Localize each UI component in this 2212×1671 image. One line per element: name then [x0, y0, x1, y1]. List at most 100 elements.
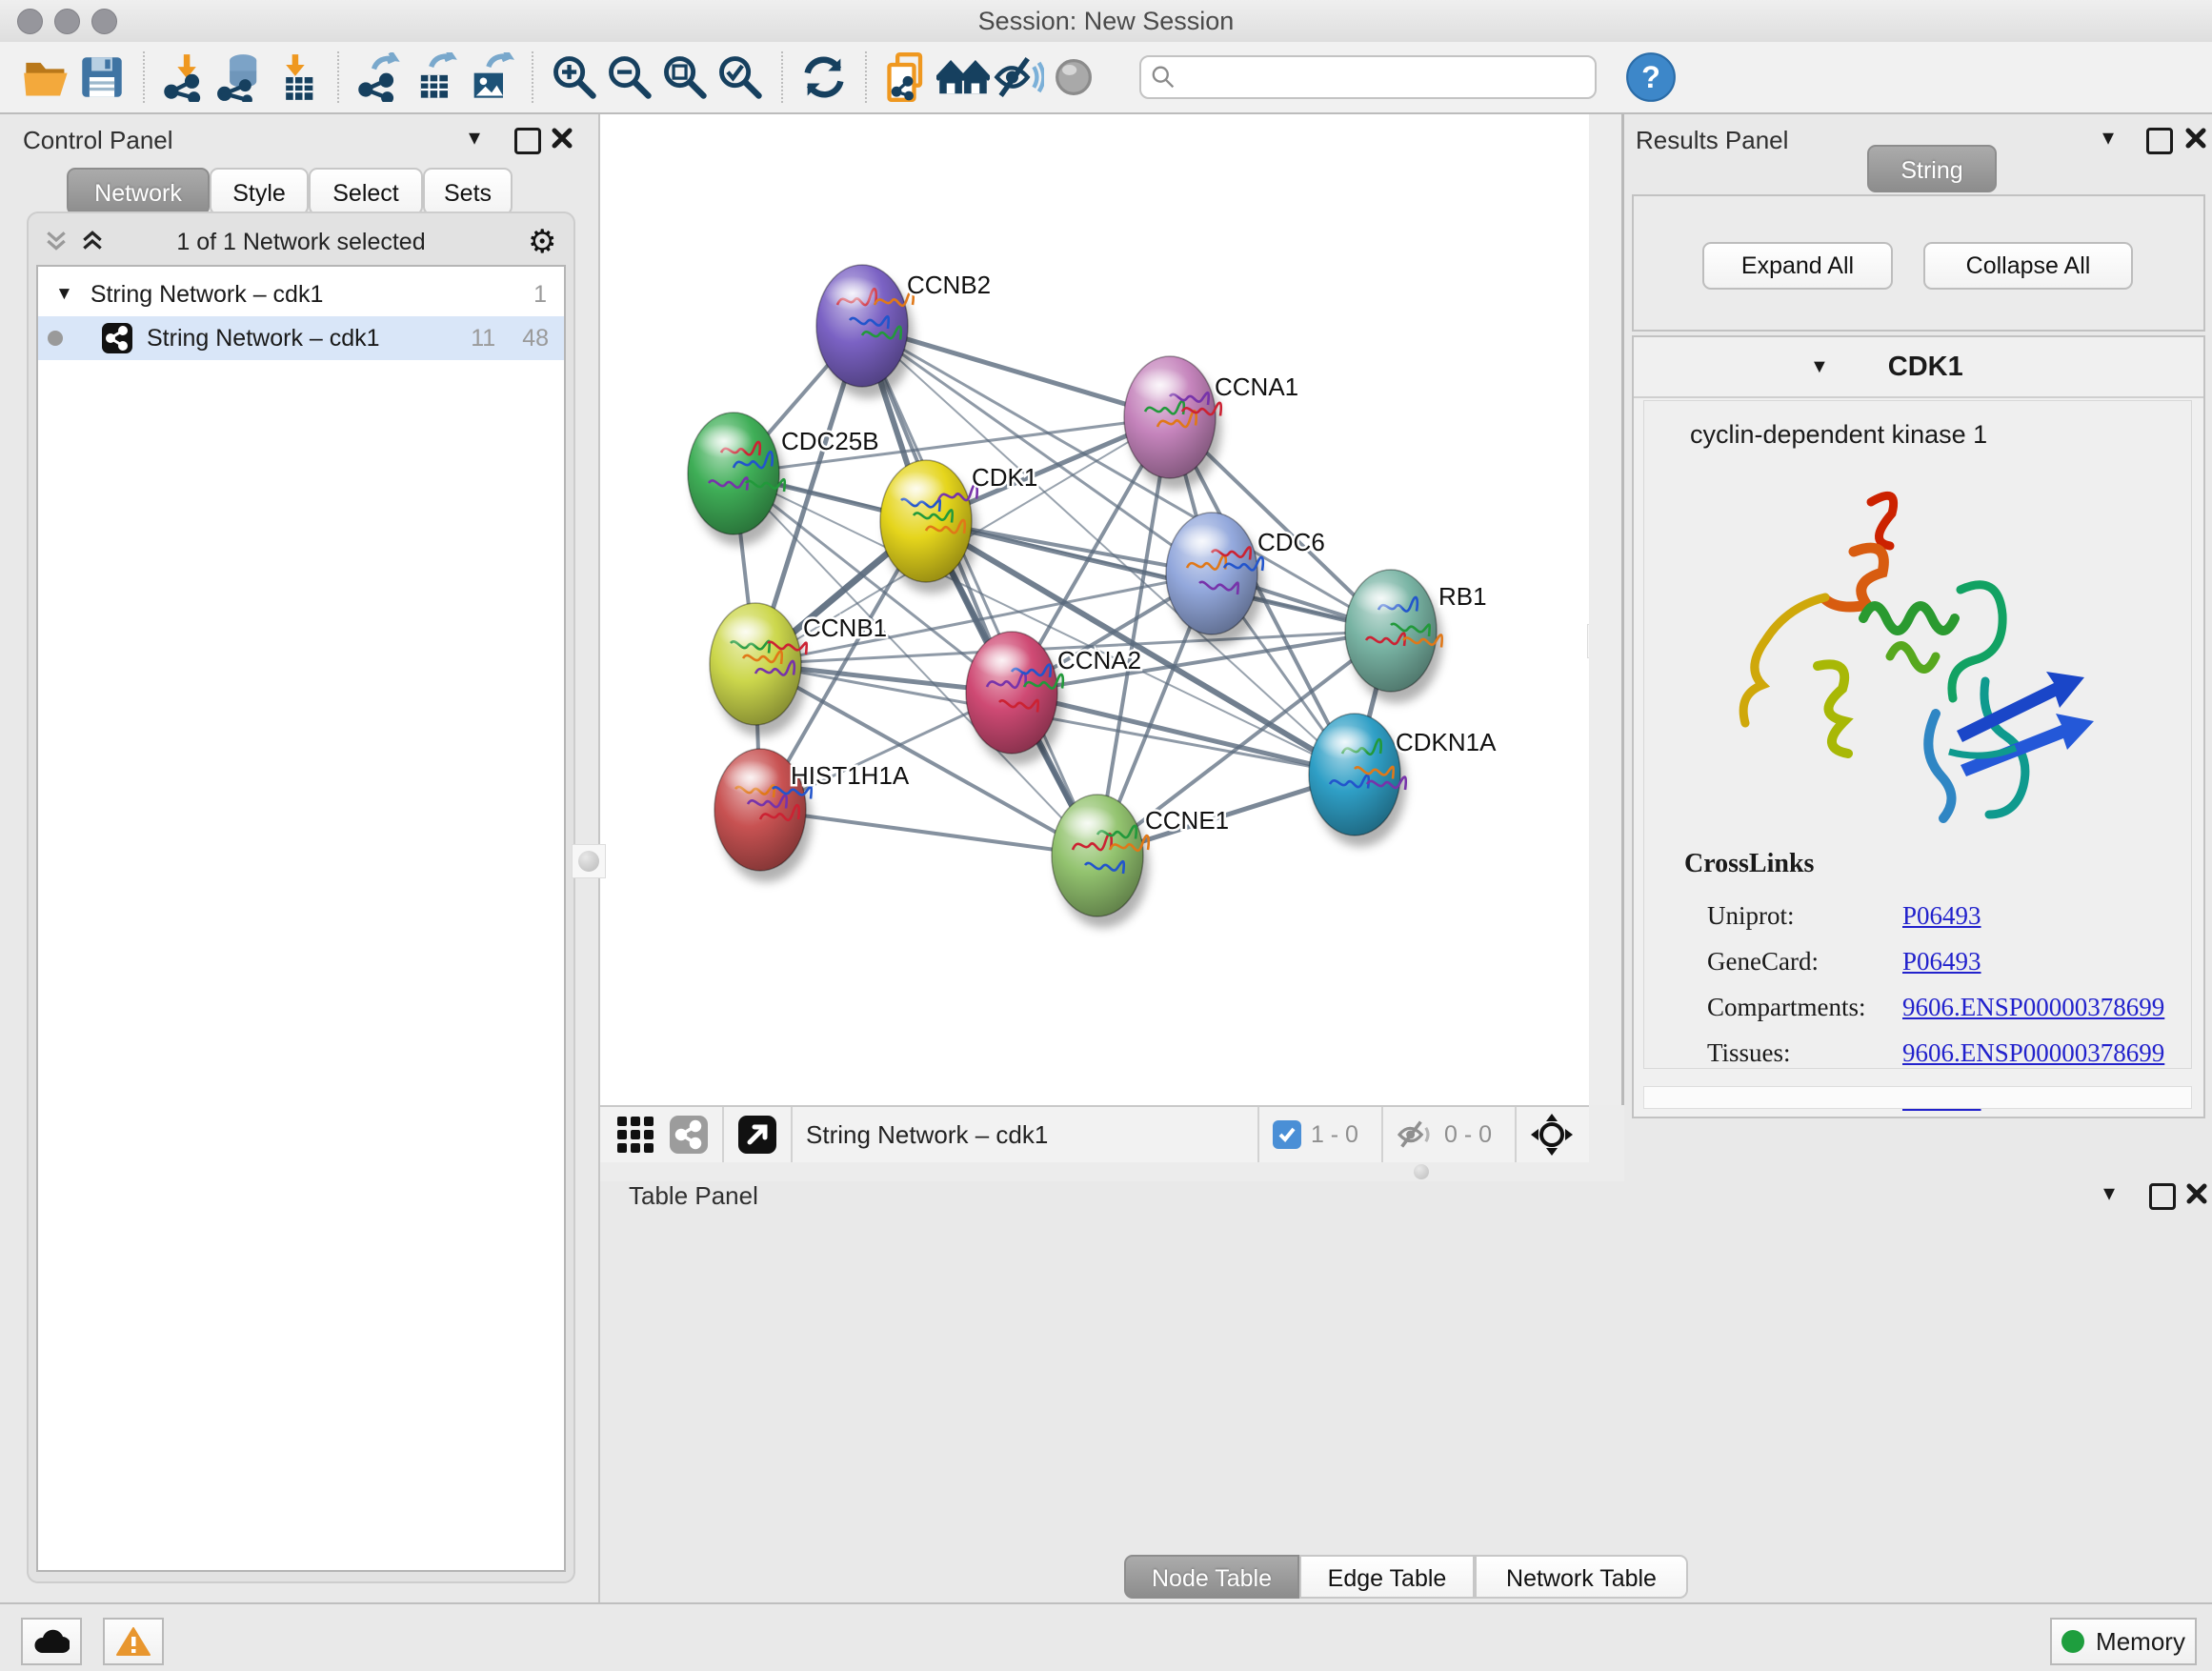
window-title: Session: New Session: [0, 0, 2212, 42]
results-scrollbar-track[interactable]: [1643, 1086, 2192, 1109]
control-panel-float-icon[interactable]: [514, 128, 541, 154]
selected-checkbox-icon[interactable]: [1273, 1120, 1301, 1149]
node-label-CCNB2: CCNB2: [907, 271, 991, 299]
export-table-icon[interactable]: [408, 50, 463, 105]
warning-icon: [116, 1626, 151, 1657]
network-node-CCNB2[interactable]: CCNB2: [816, 265, 991, 398]
crosslink-value-link[interactable]: 9606.ENSP00000378699: [1902, 984, 2164, 1030]
network-selection-status: 1 of 1 Network selected: [29, 229, 573, 256]
protein-collapse-icon[interactable]: ▼: [1810, 356, 1829, 378]
export-network-icon[interactable]: [352, 50, 408, 105]
crosslink-value-link[interactable]: 9606.ENSP00000378699: [1902, 1030, 2164, 1076]
warnings-button[interactable]: [103, 1618, 164, 1665]
network-label: String Network – cdk1: [147, 325, 380, 352]
node-label-RB1: RB1: [1438, 582, 1487, 611]
import-network-file-icon[interactable]: [158, 50, 213, 105]
network-node-CDKN1A[interactable]: CDKN1A: [1309, 714, 1497, 847]
crosslink-value-link[interactable]: P06493: [1902, 938, 1981, 984]
table-panel-title: Table Panel: [629, 1181, 758, 1211]
control-panel-menu-icon[interactable]: ▾: [469, 124, 480, 151]
control-panel-close-icon[interactable]: [551, 127, 573, 150]
zoom-in-icon[interactable]: [547, 50, 602, 105]
search-input[interactable]: [1176, 63, 1585, 91]
search-icon: [1151, 64, 1176, 91]
protein-structure-image: [1711, 475, 2130, 828]
crosslink-row: Uniprot:P06493: [1707, 893, 2183, 938]
network-node-RB1[interactable]: RB1: [1345, 570, 1487, 703]
protein-details: cyclin-dependent kinase 1: [1643, 400, 2192, 1069]
svg-text:?: ?: [1641, 60, 1660, 94]
crosslink-row: Compartments:9606.ENSP00000378699: [1707, 984, 2183, 1030]
node-label-CCNA2: CCNA2: [1057, 646, 1141, 674]
string-view-icon[interactable]: [669, 1115, 709, 1155]
table-panel-float-icon[interactable]: [2149, 1183, 2176, 1210]
network-node-CCNB1[interactable]: CCNB1: [710, 603, 887, 736]
expand-all-button[interactable]: Expand All: [1702, 242, 1893, 290]
tab-string[interactable]: String: [1867, 145, 1997, 192]
node-label-CDC25B: CDC25B: [781, 427, 879, 455]
fit-selected-crosshair-icon[interactable]: [1530, 1113, 1574, 1157]
memory-status-icon: [2061, 1630, 2084, 1653]
vertical-divider: [1589, 114, 1624, 1105]
application-window: Session: New Session: [0, 0, 2212, 1671]
open-session-icon[interactable]: [19, 50, 74, 105]
table-panel-close-icon[interactable]: [2185, 1182, 2208, 1205]
network-node-CCNE1[interactable]: CCNE1: [1052, 795, 1229, 928]
node-label-CDKN1A: CDKN1A: [1396, 728, 1497, 756]
memory-button[interactable]: Memory: [2050, 1618, 2197, 1665]
zoom-out-icon[interactable]: [602, 50, 657, 105]
table-panel-menu-icon[interactable]: ▾: [2103, 1179, 2115, 1207]
network-tree: ▼ String Network – cdk1 1 String Network…: [36, 265, 566, 1572]
string-app-icon: [101, 322, 133, 354]
toolbar-separator: [722, 1107, 724, 1162]
node-label-CCNA1: CCNA1: [1215, 372, 1298, 401]
main-toolbar: ?: [0, 42, 2212, 114]
table-panel: Table Panel ▾ ⚙ f(x) shared: [600, 1181, 2212, 1602]
tab-sets[interactable]: Sets: [423, 168, 513, 215]
tab-select[interactable]: Select: [309, 168, 423, 215]
toolbar-separator: [1381, 1107, 1383, 1162]
collapse-all-button[interactable]: Collapse All: [1923, 242, 2133, 290]
node-label-CDC6: CDC6: [1257, 528, 1325, 556]
save-session-icon[interactable]: [74, 50, 130, 105]
horizontal-splitter-handle[interactable]: [1414, 1164, 1429, 1179]
toolbar-separator: [532, 51, 533, 103]
network-view-title: String Network – cdk1: [806, 1120, 1048, 1150]
birds-eye-grid-icon[interactable]: [615, 1115, 655, 1155]
export-image-icon[interactable]: [463, 50, 518, 105]
import-network-database-icon[interactable]: [213, 50, 269, 105]
results-panel-title: Results Panel: [1636, 126, 1788, 155]
network-row[interactable]: String Network – cdk1 11 48: [38, 316, 564, 360]
zoom-selected-icon[interactable]: [713, 50, 768, 105]
tab-edge-table[interactable]: Edge Table: [1299, 1555, 1475, 1599]
crosslink-value-link[interactable]: P06493: [1902, 893, 1981, 938]
open-in-window-icon[interactable]: [737, 1115, 777, 1155]
clone-network-icon[interactable]: [880, 50, 935, 105]
toolbar-separator: [337, 51, 339, 103]
network-collection-row[interactable]: ▼ String Network – cdk1 1: [38, 272, 564, 316]
zoom-fit-icon[interactable]: [657, 50, 713, 105]
network-canvas[interactable]: CCNB2CCNA1CDC25BCDK1CDC6RB1CCNB1CCNA2CDK…: [600, 114, 1589, 1105]
network-node-CCNA1[interactable]: CCNA1: [1124, 356, 1298, 490]
tab-network-table[interactable]: Network Table: [1475, 1555, 1688, 1599]
tab-node-table[interactable]: Node Table: [1124, 1555, 1299, 1599]
home-networks-icon[interactable]: [935, 50, 991, 105]
toolbar-separator: [1257, 1107, 1259, 1162]
cloud-status-button[interactable]: [21, 1618, 82, 1665]
search-field[interactable]: [1139, 55, 1597, 99]
results-panel-float-icon[interactable]: [2146, 128, 2173, 154]
tree-collapse-icon[interactable]: ▼: [55, 284, 73, 305]
protein-header-row[interactable]: ▼ CDK1: [1634, 337, 2203, 398]
refresh-icon[interactable]: [796, 50, 852, 105]
results-panel-close-icon[interactable]: [2184, 127, 2207, 150]
results-panel-menu-icon[interactable]: ▾: [2102, 124, 2114, 151]
help-icon[interactable]: ?: [1623, 50, 1679, 105]
hide-unhide-icon[interactable]: [991, 50, 1046, 105]
toolbar-separator: [1515, 1107, 1517, 1162]
network-options-gear-icon[interactable]: ⚙: [528, 223, 556, 261]
left-splitter-handle[interactable]: [572, 844, 606, 878]
tab-style[interactable]: Style: [210, 168, 309, 215]
tab-network[interactable]: Network: [67, 168, 210, 215]
import-table-file-icon[interactable]: [269, 50, 324, 105]
network-node-count: 11: [471, 325, 495, 352]
